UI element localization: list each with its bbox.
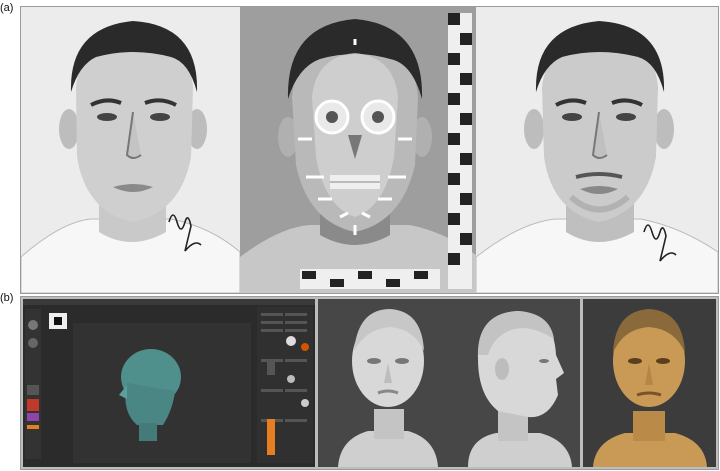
skull-overlay [240,7,476,293]
sculpting-software [23,299,315,467]
panel-b [20,296,719,470]
sketch-right [476,7,718,293]
painted-head [583,299,716,467]
scale-ruler-icon [448,13,472,289]
panel-a [20,6,719,294]
panel-label-b: (b) [0,292,14,304]
sketch-left [21,7,240,293]
panel-label-a: (a) [0,2,14,14]
clay-renders [318,299,580,467]
